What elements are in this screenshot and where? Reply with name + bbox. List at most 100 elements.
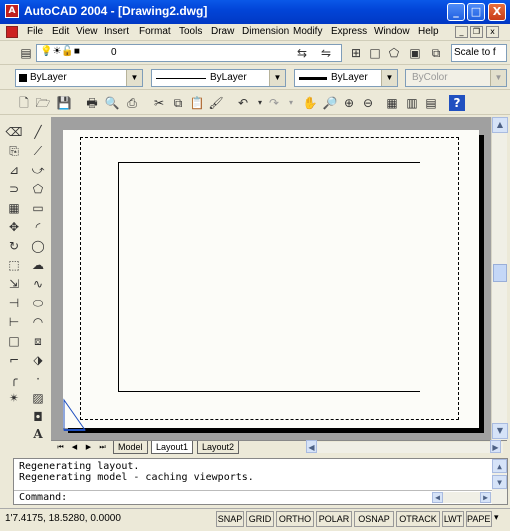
layout-viewport[interactable] bbox=[118, 162, 420, 392]
grid-toggle[interactable]: GRID bbox=[246, 511, 274, 527]
layer-previous-icon[interactable]: ⇋ bbox=[318, 45, 334, 61]
single-viewport-icon[interactable]: □ bbox=[367, 45, 383, 61]
chevron-down-icon[interactable]: ▼ bbox=[381, 70, 397, 86]
close-button[interactable]: X bbox=[488, 3, 506, 21]
horizontal-scrollbar[interactable]: ◀ ▶ bbox=[306, 440, 503, 453]
fillet-icon[interactable]: ╭ bbox=[5, 370, 23, 388]
plot-preview-icon[interactable]: 🔍 bbox=[104, 95, 120, 111]
menu-view[interactable]: View bbox=[76, 26, 98, 37]
new-file-icon[interactable]: 🗋 bbox=[16, 95, 32, 111]
doc-restore-button[interactable]: ❐ bbox=[470, 26, 483, 38]
menu-edit[interactable]: Edit bbox=[52, 26, 69, 37]
save-icon[interactable]: 💾 bbox=[56, 95, 72, 111]
tool-palettes-icon[interactable]: ▤ bbox=[423, 95, 439, 111]
last-tab-icon[interactable]: ⏭ bbox=[97, 442, 108, 453]
doc-close-button[interactable]: x bbox=[486, 26, 499, 38]
array-icon[interactable]: ▦ bbox=[5, 199, 23, 217]
paste-icon[interactable]: 📋 bbox=[189, 95, 205, 111]
ortho-toggle[interactable]: ORTHO bbox=[276, 511, 314, 527]
arc-icon[interactable]: ◜ bbox=[29, 218, 47, 236]
viewport-scale-combo[interactable]: Scale to f bbox=[451, 44, 507, 62]
scroll-up-icon[interactable]: ▲ bbox=[492, 117, 508, 133]
vertical-scrollbar[interactable]: ▲ ▼ bbox=[491, 117, 508, 440]
spline-icon[interactable]: ∿ bbox=[29, 275, 47, 293]
scroll-up-icon[interactable]: ▲ bbox=[492, 459, 507, 473]
osnap-toggle[interactable]: OSNAP bbox=[354, 511, 394, 527]
open-file-icon[interactable]: 🗁 bbox=[35, 95, 51, 111]
menu-help[interactable]: Help bbox=[418, 26, 439, 37]
command-prompt[interactable]: Command: bbox=[19, 492, 67, 503]
circle-icon[interactable]: ◯ bbox=[29, 237, 47, 255]
command-vscrollbar[interactable]: ▲ ▼ bbox=[492, 459, 507, 504]
minimize-button[interactable]: _ bbox=[447, 3, 465, 21]
chevron-down-icon[interactable]: ▼ bbox=[269, 70, 285, 86]
lineweight-combo[interactable]: ByLayer ▼ bbox=[294, 69, 398, 87]
viewports-dialog-icon[interactable]: ⊞ bbox=[348, 45, 364, 61]
tab-model[interactable]: Model bbox=[113, 441, 148, 454]
region-icon[interactable]: ◘ bbox=[29, 408, 47, 426]
layer-manager-icon[interactable]: ▤ bbox=[18, 45, 34, 61]
doc-minimize-button[interactable]: _ bbox=[455, 26, 468, 38]
command-window[interactable]: Regenerating layout. Regenerating model … bbox=[13, 458, 508, 505]
menu-window[interactable]: Window bbox=[374, 26, 410, 37]
next-tab-icon[interactable]: ▶ bbox=[83, 442, 94, 453]
menu-file[interactable]: File bbox=[27, 26, 43, 37]
scroll-thumb[interactable] bbox=[493, 264, 507, 282]
scale-icon[interactable]: ⬚ bbox=[5, 256, 23, 274]
polyline-icon[interactable]: ⤻ bbox=[29, 161, 47, 179]
ellipse-arc-icon[interactable]: ◠ bbox=[29, 313, 47, 331]
plot-icon[interactable]: 🖶 bbox=[84, 95, 100, 111]
properties-icon[interactable]: ▦ bbox=[384, 95, 400, 111]
extend-icon[interactable]: ⊢ bbox=[5, 313, 23, 331]
stretch-icon[interactable]: ⇲ bbox=[5, 275, 23, 293]
eraser-icon[interactable]: ⌫ bbox=[5, 123, 23, 141]
zoom-previous-icon[interactable]: ⊖ bbox=[360, 95, 376, 111]
make-block-icon[interactable]: ⬗ bbox=[29, 351, 47, 369]
pan-realtime-icon[interactable]: ✋ bbox=[302, 95, 318, 111]
snap-toggle[interactable]: SNAP bbox=[216, 511, 244, 527]
paper-toggle[interactable]: PAPER bbox=[466, 511, 492, 527]
mtext-icon[interactable]: A bbox=[29, 425, 47, 443]
polar-toggle[interactable]: POLAR bbox=[316, 511, 352, 527]
menu-draw[interactable]: Draw bbox=[211, 26, 234, 37]
ellipse-icon[interactable]: ⬭ bbox=[29, 294, 47, 312]
design-center-icon[interactable]: ▥ bbox=[404, 95, 420, 111]
scroll-left-icon[interactable]: ◀ bbox=[306, 440, 317, 453]
prev-tab-icon[interactable]: ◀ bbox=[69, 442, 80, 453]
polygon-icon[interactable]: ⬠ bbox=[29, 180, 47, 198]
rotate-icon[interactable]: ↻ bbox=[5, 237, 23, 255]
line-icon[interactable]: ╱ bbox=[29, 123, 47, 141]
copy-icon[interactable]: ⎘ bbox=[5, 142, 23, 160]
color-combo[interactable]: ByLayer ▼ bbox=[15, 69, 143, 87]
clip-viewport-icon[interactable]: ⧉ bbox=[428, 45, 444, 61]
hatch-icon[interactable]: ▨ bbox=[29, 389, 47, 407]
status-menu-icon[interactable]: ▾ bbox=[494, 513, 499, 523]
polygonal-viewport-icon[interactable]: ⬠ bbox=[386, 45, 402, 61]
zoom-window-icon[interactable]: ⊕ bbox=[341, 95, 357, 111]
otrack-toggle[interactable]: OTRACK bbox=[396, 511, 440, 527]
chamfer-icon[interactable]: ⌐ bbox=[5, 351, 23, 369]
lwt-toggle[interactable]: LWT bbox=[442, 511, 464, 527]
document-icon[interactable] bbox=[6, 26, 18, 38]
undo-icon[interactable]: ↶ bbox=[235, 95, 251, 111]
help-icon[interactable]: ? bbox=[449, 95, 465, 111]
make-current-layer-icon[interactable]: ⇆ bbox=[294, 45, 310, 61]
scroll-right-icon[interactable]: ▶ bbox=[480, 492, 491, 503]
match-properties-icon[interactable]: 🖌 bbox=[208, 95, 224, 111]
rectangle-icon[interactable]: ▭ bbox=[29, 199, 47, 217]
menu-dimension[interactable]: Dimension bbox=[242, 26, 289, 37]
scroll-right-icon[interactable]: ▶ bbox=[490, 440, 501, 453]
revision-cloud-icon[interactable]: ☁ bbox=[29, 256, 47, 274]
trim-icon[interactable]: ⊣ bbox=[5, 294, 23, 312]
tab-layout2[interactable]: Layout2 bbox=[197, 441, 240, 454]
mirror-icon[interactable]: ⊿ bbox=[5, 161, 23, 179]
first-tab-icon[interactable]: ⏮ bbox=[55, 442, 66, 453]
construction-line-icon[interactable]: ⟋ bbox=[29, 142, 47, 160]
publish-icon[interactable]: ⎙ bbox=[124, 95, 140, 111]
copy-clip-icon[interactable]: ⧉ bbox=[170, 95, 186, 111]
explode-icon[interactable]: ✴ bbox=[5, 389, 23, 407]
command-hscrollbar[interactable]: ◀ ▶ bbox=[432, 492, 492, 503]
point-icon[interactable]: · bbox=[29, 370, 47, 388]
scroll-left-icon[interactable]: ◀ bbox=[432, 492, 443, 503]
convert-object-viewport-icon[interactable]: ▣ bbox=[407, 45, 423, 61]
